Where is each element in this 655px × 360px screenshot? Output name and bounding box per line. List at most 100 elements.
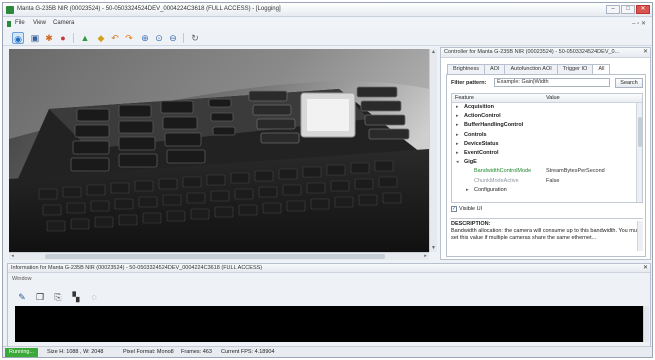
description-title: DESCRIPTION: xyxy=(451,221,491,227)
main-window: Manta G-235B NIR (00023524) - 50-0503324… xyxy=(2,2,653,358)
search-button[interactable]: Search xyxy=(615,78,643,88)
value-column-header[interactable]: Value xyxy=(546,95,560,101)
expand-arrow-icon[interactable]: ▸ xyxy=(456,104,459,110)
camera-image-view[interactable] xyxy=(9,49,429,252)
menu-view[interactable]: View xyxy=(33,20,46,26)
feature-tree[interactable]: Feature Value ▸ Acquisition ▸ ActionControl… xyxy=(451,93,643,203)
feature-name: GigE xyxy=(464,159,477,166)
app-icon xyxy=(6,6,14,14)
live-view-icon[interactable]: ◉ xyxy=(12,32,24,44)
feature-tree-row[interactable]: ▸ BufferHandlingControl xyxy=(452,121,642,130)
controller-tabs: Brightness AOI Autofunction AOI Trigger … xyxy=(447,64,611,75)
save-log-icon[interactable]: ⎘ xyxy=(52,292,64,303)
image-vertical-scrollbar[interactable]: ▲ ▼ xyxy=(429,49,437,252)
tab-brightness[interactable]: Brightness xyxy=(447,64,485,74)
expand-arrow-icon[interactable]: ▸ xyxy=(456,113,459,119)
feature-name: ActionControl xyxy=(464,113,501,120)
clear-icon[interactable]: ▚ xyxy=(70,292,82,303)
expand-arrow-icon[interactable]: ▸ xyxy=(456,122,459,128)
scroll-down-icon[interactable]: ▼ xyxy=(430,245,437,252)
visible-ui-option[interactable]: ✓ Visible UI xyxy=(451,206,482,212)
feature-tree-row[interactable]: ▸ ActionControl xyxy=(452,112,642,121)
collapse-arrow-icon[interactable]: ◂ xyxy=(456,159,459,165)
zoom-in-icon[interactable]: ⊕ xyxy=(139,32,151,44)
feature-tree-row[interactable]: ▸ Controls xyxy=(452,131,642,140)
feature-tree-row[interactable]: ◂ GigE xyxy=(452,158,642,167)
toolbar-separator xyxy=(183,33,184,43)
controller-close-button[interactable]: ✕ xyxy=(643,48,648,57)
scroll-up-icon[interactable]: ▲ xyxy=(430,49,437,56)
feature-value[interactable]: StreamBytesPerSecond xyxy=(546,168,605,174)
capture-icon[interactable]: ✱ xyxy=(43,32,55,44)
feature-name: BufferHandlingControl xyxy=(464,122,524,129)
pixel-format-status: Pixel Format: Mono8 xyxy=(123,349,174,355)
feature-value[interactable]: False xyxy=(546,178,559,184)
zoom-fit-icon[interactable]: ⊙ xyxy=(153,32,165,44)
toolbar: ◉ ▣ ✱ ● ▲ ◆ ↶ ↷ ⊕ ⊙ ⊖ ↻ xyxy=(3,30,652,46)
feature-tree-row[interactable]: ▸ Acquisition xyxy=(452,103,642,112)
feature-name: ChunkModeActive xyxy=(474,177,519,184)
menu-camera[interactable]: Camera xyxy=(53,20,74,26)
visible-ui-checkbox[interactable]: ✓ xyxy=(451,206,457,212)
feature-tree-header: Feature Value xyxy=(452,94,642,103)
feature-tree-row[interactable]: ▸ Configuration xyxy=(452,186,642,195)
information-title: Information for Manta G-235B NIR (000235… xyxy=(11,265,263,271)
expand-arrow-icon[interactable]: ▸ xyxy=(456,141,459,147)
feature-tree-row[interactable]: BandwidthControlMode StreamBytesPerSecond xyxy=(452,167,642,176)
feature-tree-row[interactable]: ▸ DeviceStatus xyxy=(452,140,642,149)
information-close-button[interactable]: ✕ xyxy=(643,264,648,272)
rotate-left-icon[interactable]: ↶ xyxy=(109,32,121,44)
tab-aoi[interactable]: AOI xyxy=(484,64,506,74)
tree-scrollbar[interactable] xyxy=(636,103,642,202)
record-icon[interactable]: ● xyxy=(57,32,69,44)
camera-frame-image xyxy=(9,49,429,252)
fps-status: Current FPS: 4.18904 xyxy=(221,349,275,355)
feature-name: BandwidthControlMode xyxy=(474,168,532,175)
menu-file[interactable]: File xyxy=(15,20,25,26)
expand-arrow-icon[interactable]: ▸ xyxy=(456,150,459,156)
controller-title: Controller for Manta G-235B NIR (0002352… xyxy=(444,49,620,55)
expand-arrow-icon[interactable]: ▸ xyxy=(456,132,459,138)
color-icon[interactable]: ◆ xyxy=(95,32,107,44)
tree-scroll-thumb[interactable] xyxy=(638,117,642,147)
image-horizontal-scrollbar[interactable]: ◂ ▸ xyxy=(9,252,429,260)
tab-autofunction-aoi[interactable]: Autofunction AOI xyxy=(504,64,558,74)
description-box: DESCRIPTION: Bandwidth allocation: the c… xyxy=(451,218,643,255)
filter-pattern-input[interactable]: Example: Gain|Width xyxy=(494,78,610,87)
minimize-button[interactable]: – xyxy=(606,5,620,14)
pen-icon[interactable]: ✎ xyxy=(16,292,28,303)
expand-arrow-icon[interactable]: ▸ xyxy=(466,187,469,193)
description-text: Bandwidth allocation: the camera will co… xyxy=(451,228,642,241)
rotate-right-icon[interactable]: ↷ xyxy=(123,32,135,44)
horizontal-scroll-thumb[interactable] xyxy=(45,254,385,259)
scroll-left-icon[interactable]: ◂ xyxy=(9,253,16,260)
copy-icon[interactable]: ❐ xyxy=(34,292,46,303)
log-console[interactable] xyxy=(15,306,643,342)
settings-icon[interactable]: ◌ xyxy=(88,292,100,302)
feature-name: EventControl xyxy=(464,149,499,156)
controller-panel-header: Controller for Manta G-235B NIR (0002352… xyxy=(441,48,650,58)
feature-tree-row[interactable]: ▸ EventControl xyxy=(452,149,642,158)
title-bar: Manta G-235B NIR (00023524) - 50-0503324… xyxy=(3,3,652,17)
maximize-button[interactable]: □ xyxy=(621,5,635,14)
window-title: Manta G-235B NIR (00023524) - 50-0503324… xyxy=(17,6,281,12)
information-toolbar: ✎ ❐ ⎘ ▚ ◌ xyxy=(16,290,100,304)
status-bar: Running... Size H: 1088 , W: 2048 Pixel … xyxy=(3,346,652,357)
close-button[interactable]: ✕ xyxy=(636,5,650,14)
save-icon[interactable]: ▣ xyxy=(29,32,41,44)
scroll-right-icon[interactable]: ▸ xyxy=(422,253,429,260)
zoom-out-icon[interactable]: ⊖ xyxy=(167,32,179,44)
trigger-icon[interactable]: ▲ xyxy=(79,32,91,44)
description-scrollbar[interactable] xyxy=(637,221,643,251)
feature-tree-row[interactable]: ChunkModeActive False xyxy=(452,177,642,186)
image-size-status: Size H: 1088 , W: 2048 xyxy=(47,349,104,355)
refresh-icon[interactable]: ↻ xyxy=(189,32,201,44)
running-indicator: Running... xyxy=(5,348,39,357)
log-scrollbar[interactable] xyxy=(643,306,649,342)
information-panel: Information for Manta G-235B NIR (000235… xyxy=(7,263,651,348)
tab-trigger-io[interactable]: Trigger IO xyxy=(556,64,594,74)
information-panel-header: Information for Manta G-235B NIR (000235… xyxy=(8,264,650,273)
mdi-controls[interactable]: – ▫ ✕ xyxy=(632,20,646,27)
feature-column-header[interactable]: Feature xyxy=(455,95,474,101)
feature-name: Controls xyxy=(464,131,487,138)
